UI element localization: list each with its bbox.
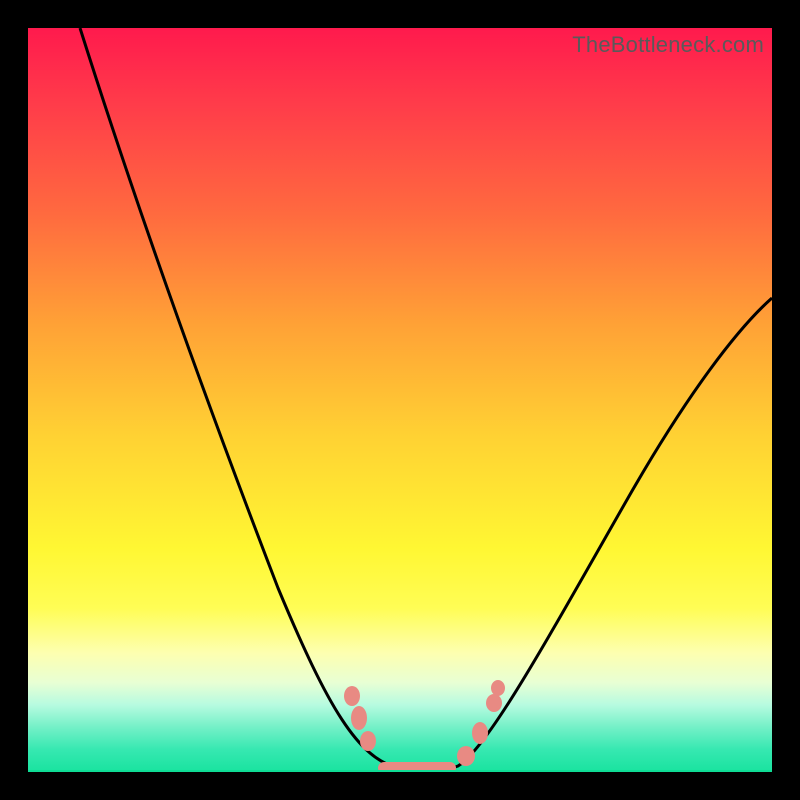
marker-dot (472, 722, 488, 744)
plot-area: TheBottleneck.com (28, 28, 772, 772)
marker-dot (351, 706, 367, 730)
marker-dot (486, 694, 502, 712)
curve-path (80, 28, 772, 771)
trough-markers (344, 680, 505, 772)
marker-dot (344, 686, 360, 706)
bottleneck-curve (28, 28, 772, 772)
chart-frame: TheBottleneck.com (0, 0, 800, 800)
marker-dot (360, 731, 376, 751)
marker-dot (491, 680, 505, 696)
watermark-text: TheBottleneck.com (572, 32, 764, 58)
baseline (28, 770, 772, 772)
marker-dot (457, 746, 475, 766)
